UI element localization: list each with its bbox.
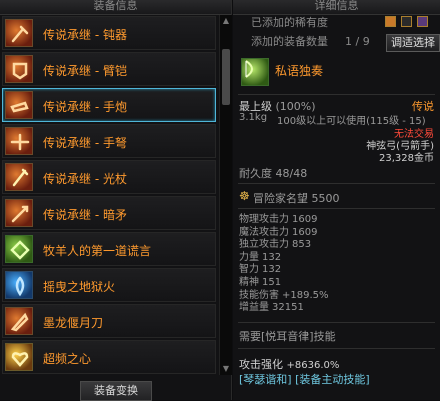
stat-value: +189.5% [282,289,329,301]
stat-value: 1609 [292,226,318,238]
equipment-scrollbar[interactable]: ▲ ▼ [219,15,232,375]
rarity-checkbox-epic[interactable] [401,16,412,27]
equipment-item-name: 传说承继 - 暗矛 [43,208,127,222]
equipment-item-row[interactable]: 墨龙偃月刀 [2,304,216,338]
detail-header: 详细信息 [233,0,440,15]
stat-value: 32151 [272,302,304,314]
stat-line: 技能伤害 +189.5% [239,290,434,303]
stat-list: 物理攻击力 1609 魔法攻击力 1609 独立攻击力 853 力量 132 智力 132 精神 15… [239,214,434,315]
equipment-item-row[interactable]: 传说承继 - 暗矛 [2,196,216,230]
equipment-item-name: 摇曳之地狱火 [43,280,116,294]
whisper-solo-bow-icon [241,58,269,86]
equipment-item-name: 传说承继 - 手弩 [43,136,127,150]
equipment-item-row[interactable]: 牧羊人的第一道谎言 [2,232,216,266]
equipment-item-row[interactable]: 传说承继 - 钝器 [2,16,216,50]
equipment-item-row[interactable]: 传说承继 - 手弩 [2,124,216,158]
equipment-swap-button[interactable]: 装备变换 [80,381,152,401]
blunt-weapon-icon [5,19,33,47]
stat-label: 魔法攻击力 [239,226,289,238]
divider [238,208,435,209]
equipment-item-name: 传说承继 - 光杖 [43,172,127,186]
scroll-down-icon[interactable]: ▼ [221,364,231,374]
rarity-checkbox-unique[interactable] [417,16,428,27]
stat-label: 技能伤害 [239,289,279,301]
hellfire-icon [5,271,33,299]
arm-guard-icon [5,55,33,83]
skill-requirement: 需要[悦耳音律]技能 [239,330,336,343]
item-weight: 3.1kg [239,112,268,123]
adjust-select-button[interactable]: 调适选择 [386,34,440,52]
equipment-item-name: 墨龙偃月刀 [43,316,104,330]
equipment-panel: 装备信息 传说承继 - 钝器 传说承继 - 臂铠 传说承继 - 手炮 传说承继 - 手… [0,0,232,401]
equipment-item-name: 传说承继 - 钝器 [43,28,127,42]
stat-line: 独立攻击力 853 [239,239,434,252]
stat-line: 魔法攻击力 1609 [239,227,434,240]
equipment-item-row[interactable]: 超频之心 [2,340,216,374]
scroll-up-icon[interactable]: ▲ [221,16,231,26]
stat-line: 精神 151 [239,277,434,290]
dark-spear-icon [5,199,33,227]
equipment-item-name: 超频之心 [43,352,92,366]
equipment-item-row[interactable]: 传说承继 - 光杖 [2,160,216,194]
equipment-item-row[interactable]: 摇曳之地狱火 [2,268,216,302]
added-count-label: 添加的装备数量 [251,35,328,48]
stat-value: 1609 [292,214,318,225]
added-count: 1 / 9 [345,35,370,48]
equipment-item-name: 传说承继 - 臂铠 [43,64,127,78]
stat-value: 853 [292,239,312,251]
stat-line: 力量 132 [239,252,434,265]
durability: 耐久度 48/48 [239,167,308,180]
overclock-heart-icon [5,343,33,371]
shepherd-lie-icon [5,235,33,263]
hand-cannon-icon [5,91,33,119]
hand-crossbow-icon [5,127,33,155]
attack-enhance: 攻击强化 +8636.0% [239,358,340,371]
divider [238,94,435,95]
stat-label: 精神 [239,276,259,288]
active-skill: [琴瑟谐和] [装备主动技能] [239,373,370,386]
stat-label: 增益量 [239,302,269,314]
stat-value: 132 [262,251,282,263]
ink-dragon-blade-icon [5,307,33,335]
rarity-checkbox-legendary[interactable] [385,16,396,27]
adventurer-fame: 冒险家名望 5500 [253,192,340,205]
stat-label: 物理攻击力 [239,214,289,225]
equipment-item-name: 传说承继 - 手炮 [43,100,127,114]
item-name: 私语独奏 [275,64,324,78]
detail-panel: 详细信息 已添加的稀有度 添加的装备数量 1 / 9 调适选择 私语独奏 最上级… [233,0,440,400]
equipment-item-name: 牧羊人的第一道谎言 [43,244,152,258]
stat-label: 智力 [239,264,259,276]
divider [238,348,435,349]
divider [238,183,435,184]
divider [238,322,435,323]
stat-label: 力量 [239,251,259,263]
stat-label: 独立攻击力 [239,239,289,251]
stat-line: 智力 132 [239,264,434,277]
item-price: 23,328金币 [379,153,434,164]
light-staff-icon [5,163,33,191]
equipment-item-row[interactable]: 传说承继 - 手炮 [2,88,216,122]
equipment-list: 传说承继 - 钝器 传说承继 - 臂铠 传说承继 - 手炮 传说承继 - 手弩 传说承继… [0,15,218,376]
stat-value: 151 [262,276,282,288]
stat-line: 物理攻击力 1609 [239,214,434,227]
stat-line: 增益量 32151 [239,302,434,315]
equipment-header: 装备信息 [0,0,231,15]
equipment-item-row[interactable]: 传说承继 - 臂铠 [2,52,216,86]
fame-icon: ☸ [239,189,250,203]
scroll-thumb[interactable] [222,49,230,105]
stat-value: 132 [262,264,282,276]
